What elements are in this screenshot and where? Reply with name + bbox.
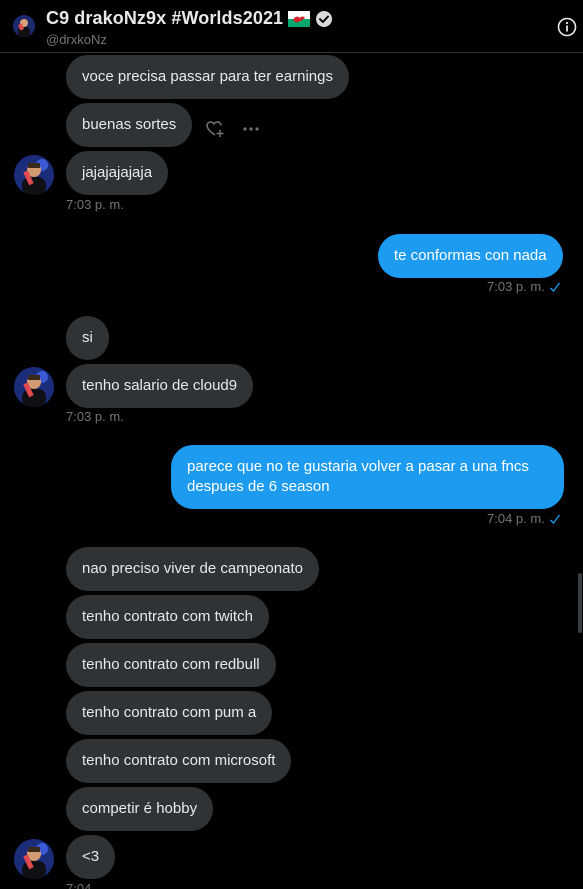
message-bubble-incoming[interactable]: si — [66, 316, 109, 360]
message-bubble-incoming[interactable]: tenho contrato com redbull — [66, 643, 276, 687]
scrollbar-thumb[interactable] — [578, 573, 582, 633]
message-list: voce precisa passar para ter earnings bu… — [0, 53, 583, 889]
avatar[interactable] — [13, 15, 35, 37]
avatar[interactable] — [14, 155, 54, 195]
timestamp-text: 7:03 p. m. — [66, 197, 124, 212]
message-bubble-incoming[interactable]: tenho contrato com twitch — [66, 595, 269, 639]
message-timestamp: 7:04 — [66, 881, 91, 889]
message-bubble-incoming[interactable]: nao preciso viver de campeonato — [66, 547, 319, 591]
avatar[interactable] — [14, 367, 54, 407]
timestamp-text: 7:04 p. m. — [487, 511, 545, 526]
conversation-header: C9 drakoNz9x #Worlds2021 @drxkoNz — [0, 0, 583, 53]
message-timestamp: 7:03 p. m. — [487, 279, 561, 294]
message-bubble-incoming[interactable]: buenas sortes — [66, 103, 193, 147]
verified-badge-icon — [315, 10, 333, 28]
message-bubble-incoming[interactable]: <3 — [66, 835, 116, 879]
message-bubble-outgoing[interactable]: te conformas con nada — [378, 234, 563, 278]
message-bubble-outgoing[interactable]: parece que no te gustaria volver a pasar… — [171, 445, 564, 509]
message-bubble-incoming[interactable]: tenho salario de cloud9 — [66, 364, 254, 408]
message-timestamp: 7:03 p. m. — [66, 197, 124, 212]
message-bubble-incoming[interactable]: tenho contrato com microsoft — [66, 739, 292, 783]
message-bubble-incoming[interactable]: jajajajajaja — [66, 151, 169, 195]
more-options-icon[interactable] — [241, 119, 261, 139]
message-bubble-incoming[interactable]: voce precisa passar para ter earnings — [66, 55, 349, 99]
sent-check-icon — [549, 282, 560, 292]
avatar[interactable] — [14, 839, 54, 879]
timestamp-text: 7:03 p. m. — [66, 409, 124, 424]
message-bubble-incoming[interactable]: tenho contrato com pum a — [66, 691, 273, 735]
timestamp-text: 7:04 — [66, 881, 92, 889]
message-timestamp: 7:03 p. m. — [66, 409, 124, 424]
info-button[interactable] — [557, 17, 577, 37]
message-bubble-incoming[interactable]: competir é hobby — [66, 787, 214, 831]
timestamp-text: 7:03 p. m. — [487, 279, 545, 294]
user-handle: @drxkoNz — [46, 32, 107, 47]
page-title: C9 drakoNz9x #Worlds2021 — [46, 8, 284, 28]
scrollbar[interactable] — [577, 53, 583, 889]
add-reaction-icon[interactable] — [205, 119, 225, 139]
message-timestamp: 7:04 p. m. — [487, 511, 561, 526]
info-icon — [557, 17, 577, 37]
sent-check-icon — [549, 514, 560, 524]
wales-flag-icon — [288, 10, 311, 27]
